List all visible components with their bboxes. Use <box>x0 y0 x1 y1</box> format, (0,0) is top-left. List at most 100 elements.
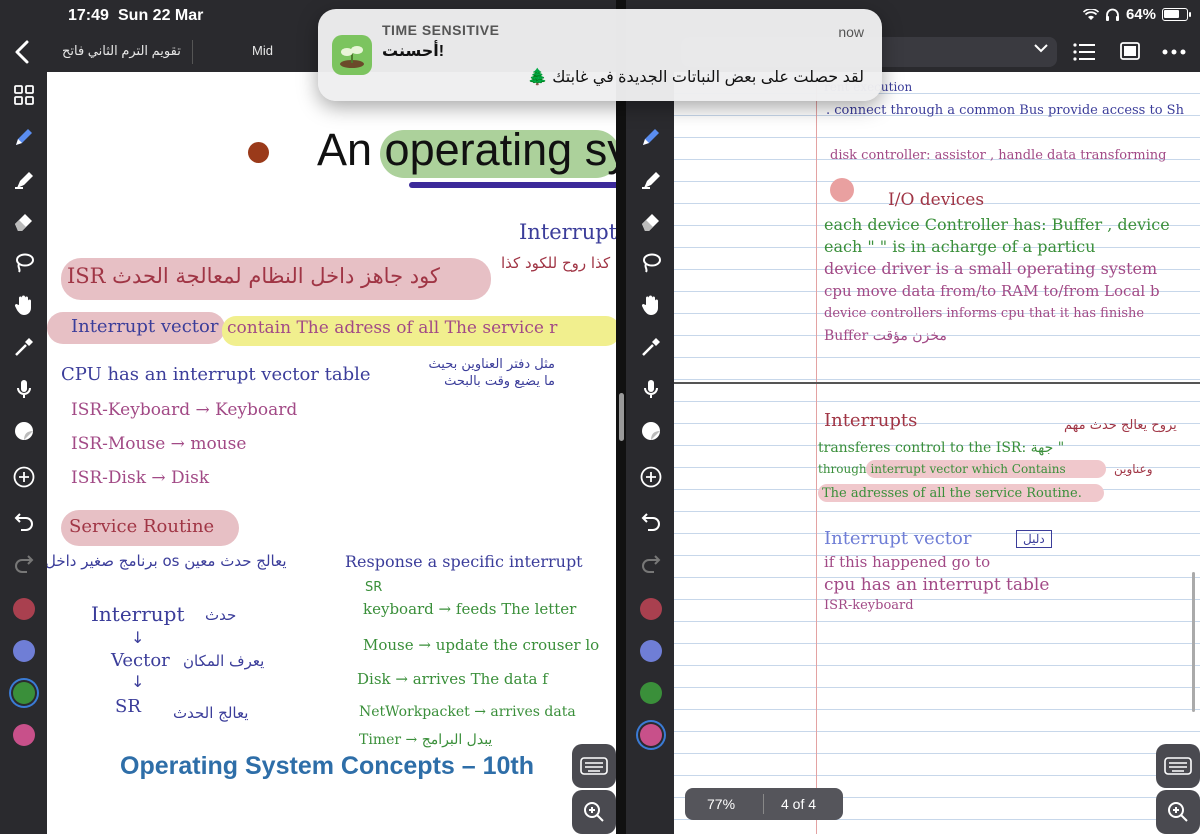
rnote-int3: The adresses of all the service Routine. <box>822 486 1082 501</box>
right-zoom-in-icon <box>1168 802 1188 822</box>
pen-tool-icon[interactable] <box>9 122 39 152</box>
document-tab-mid[interactable]: Mid <box>252 43 273 58</box>
right-color-swatch-red[interactable] <box>640 598 662 620</box>
rnote-io-heading: I/O devices <box>888 190 985 210</box>
right-microphone-icon[interactable] <box>636 374 666 404</box>
rnote-iv-heading: Interrupt vector <box>824 528 972 549</box>
lasso-tool-icon[interactable] <box>9 248 39 278</box>
zoom-in-icon <box>584 802 604 822</box>
left-keyboard-shortcut-button[interactable] <box>572 744 616 788</box>
wifi-icon <box>1082 8 1099 20</box>
rnote-top2: . connect through a common Bus provide a… <box>826 103 1184 118</box>
note-arabic-top: كذا روح للكود كذا <box>501 254 611 272</box>
right-hand-tool-icon[interactable] <box>636 290 666 320</box>
flow-arrow-1: ↓ <box>131 628 145 647</box>
highlighter-tool-icon[interactable] <box>9 164 39 194</box>
note-isr-line: ISR كود جاهز داخل النظام لمعالجة الحدث <box>67 264 440 288</box>
left-app-window: تقويم الترم الثاني فاتح Mid An operating… <box>0 0 620 834</box>
rnote-interrupts-ar: يروح يعالج حدث مهم <box>1064 418 1177 433</box>
right-notebook-page[interactable]: rent execution . connect through a commo… <box>674 72 1200 834</box>
flow-interrupt: Interrupt <box>91 602 185 626</box>
bullet-dot <box>248 142 269 163</box>
notification-title: أحسنت! <box>382 43 445 60</box>
rnote-io5: device controllers informs cpu that it h… <box>824 306 1145 321</box>
flow-interrupt-ar: حدث <box>205 606 237 624</box>
right-lasso-tool-icon[interactable] <box>636 248 666 278</box>
fullscreen-icon[interactable] <box>1120 42 1140 60</box>
right-keyboard-icon <box>1164 757 1192 775</box>
right-tool-palette <box>627 72 675 834</box>
note-sr-mouse: Mouse → update the crouser lo <box>363 636 600 654</box>
status-indicators: 64% <box>1082 6 1191 23</box>
battery-icon <box>1162 8 1191 21</box>
note-vector-label: Interrupt vector <box>71 316 219 337</box>
thumbnails-grid-icon[interactable] <box>9 80 39 110</box>
right-undo-icon[interactable] <box>636 506 666 536</box>
headphones-icon <box>1105 8 1119 21</box>
sticker-tool-icon[interactable] <box>9 416 39 446</box>
eraser-tool-icon[interactable] <box>9 206 39 236</box>
color-swatch-pink[interactable] <box>13 724 35 746</box>
rnote-io4: cpu move data from/to RAM to/from Local … <box>824 282 1160 300</box>
add-icon[interactable] <box>9 462 39 492</box>
right-pen-tool-icon[interactable] <box>636 122 666 152</box>
zoom-level: 77% <box>707 796 736 812</box>
right-zoom-button[interactable] <box>1156 790 1200 834</box>
right-scrollbar[interactable] <box>1192 572 1195 712</box>
note-vector-desc: contain The adress of all The service r <box>227 318 558 338</box>
document-title[interactable]: تقويم الترم الثاني فاتح <box>62 43 181 59</box>
rnote-disk-controller: disk controller: assistor , handle data … <box>830 148 1167 163</box>
rnote-io2: each " " is in acharge of a particu <box>824 237 1096 256</box>
back-chevron-icon[interactable] <box>10 38 36 66</box>
notification-time: now <box>838 24 864 40</box>
title-separator <box>192 40 193 64</box>
right-color-swatch-green[interactable] <box>640 682 662 704</box>
right-color-swatch-blue[interactable] <box>640 640 662 662</box>
page-indicator-pill[interactable]: 77% 4 of 4 <box>685 788 843 820</box>
note-response-line: Response a specific interrupt <box>345 552 583 571</box>
status-time: 17:49 <box>68 7 109 24</box>
slide-footer: Operating System Concepts – 10th <box>120 752 535 780</box>
chevron-down-icon[interactable] <box>1034 44 1048 53</box>
note-service-routine: Service Routine <box>69 516 215 537</box>
note-isr-disk: ISR-Disk → Disk <box>71 468 210 488</box>
flow-vector-ar: يعرف المكان <box>183 652 265 670</box>
forest-app-icon <box>332 35 372 75</box>
slide-heading: An operating sy <box>317 124 620 175</box>
right-redo-icon[interactable] <box>636 548 666 578</box>
microphone-icon[interactable] <box>9 374 39 404</box>
left-slide-page[interactable]: An operating sy Interrupt كذا روح للكود … <box>47 72 620 834</box>
color-swatch-green[interactable] <box>13 682 35 704</box>
page-break <box>674 382 1200 384</box>
right-eyedropper-tool-icon[interactable] <box>636 332 666 362</box>
note-sr-network: NetWorkpacket → arrives data <box>359 704 576 720</box>
rnote-int1: transferes control to the ISR: جهة " <box>818 440 1065 456</box>
note-isr-mouse: ISR-Mouse → mouse <box>71 434 247 454</box>
right-color-swatch-pink[interactable] <box>640 724 662 746</box>
notification-banner[interactable]: TIME SENSITIVE now أحسنت! لقد حصلت على ب… <box>318 9 882 101</box>
more-options-icon[interactable] <box>1162 49 1186 55</box>
redo-icon[interactable] <box>9 548 39 578</box>
margin-line <box>816 72 817 834</box>
right-highlighter-tool-icon[interactable] <box>636 164 666 194</box>
right-add-icon[interactable] <box>636 462 666 492</box>
list-icon[interactable] <box>1073 42 1095 62</box>
undo-icon[interactable] <box>9 506 39 536</box>
hand-tool-icon[interactable] <box>9 290 39 320</box>
left-zoom-button[interactable] <box>572 790 616 834</box>
color-swatch-blue[interactable] <box>13 640 35 662</box>
note-sr-disk: Disk → arrives The data f <box>357 670 548 688</box>
right-eraser-tool-icon[interactable] <box>636 206 666 236</box>
right-sticker-tool-icon[interactable] <box>636 416 666 446</box>
rnote-io1: each device Controller has: Buffer , dev… <box>824 215 1170 234</box>
notification-body: لقد حصلت على بعض النباتات الجديدة في غاب… <box>527 69 864 86</box>
note-sr-keyboard: keyboard → feeds The letter <box>363 600 577 618</box>
color-swatch-red[interactable] <box>13 598 35 620</box>
left-tool-palette <box>0 72 48 834</box>
eyedropper-tool-icon[interactable] <box>9 332 39 362</box>
flow-arrow-2: ↓ <box>131 672 145 691</box>
flow-sr: SR <box>115 696 141 717</box>
split-view-handle[interactable] <box>619 393 624 441</box>
right-keyboard-shortcut-button[interactable] <box>1156 744 1200 788</box>
note-arabic-table: مثل دفتر العناوين بحيث ما يضيع وقت بالبح… <box>428 357 555 389</box>
